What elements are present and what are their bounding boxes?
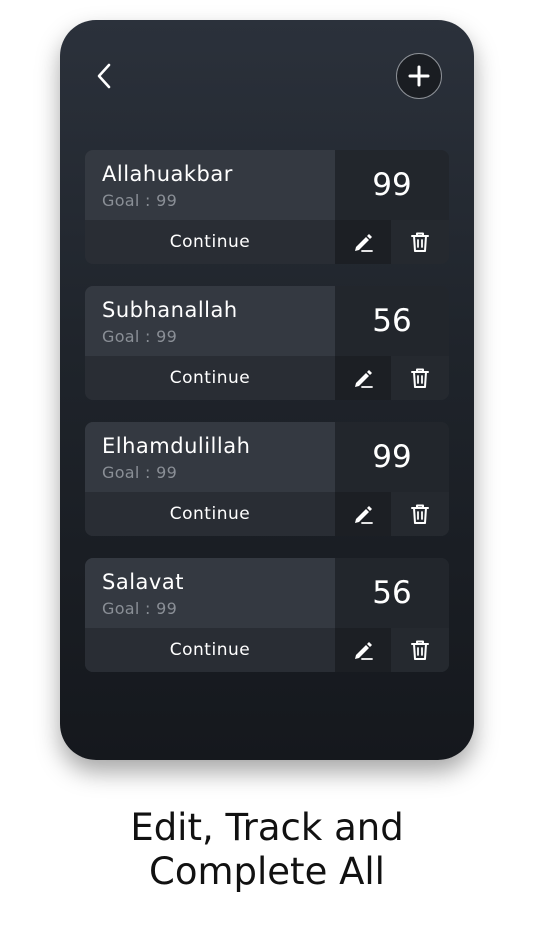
counter-title: Elhamdulillah [102, 434, 251, 458]
add-counter-button[interactable] [396, 53, 442, 99]
delete-button[interactable] [391, 220, 449, 264]
counter-value: 56 [335, 558, 449, 628]
trash-icon [411, 232, 429, 252]
pencil-icon [355, 642, 373, 660]
back-button[interactable] [90, 62, 118, 90]
phone-screen: Allahuakbar Goal : 99 99 Continue Subhan… [60, 20, 474, 760]
pencil-icon [355, 370, 373, 388]
counter-title: Salavat [102, 570, 184, 594]
edit-button[interactable] [335, 220, 391, 264]
counter-goal: Goal : 99 [102, 599, 178, 618]
counter-list: Allahuakbar Goal : 99 99 Continue Subhan… [85, 150, 449, 694]
promo-caption: Edit, Track and Complete All [0, 806, 534, 894]
counter-goal: Goal : 99 [102, 191, 178, 210]
card-header: Salavat Goal : 99 [85, 558, 335, 628]
caption-line-2: Complete All [149, 850, 385, 893]
counter-card: Allahuakbar Goal : 99 99 Continue [85, 150, 449, 264]
counter-card: Elhamdulillah Goal : 99 99 Continue [85, 422, 449, 536]
edit-button[interactable] [335, 628, 391, 672]
page: Allahuakbar Goal : 99 99 Continue Subhan… [0, 0, 534, 950]
card-header: Allahuakbar Goal : 99 [85, 150, 335, 220]
pencil-icon [355, 234, 373, 252]
counter-title: Subhanallah [102, 298, 238, 322]
card-header: Elhamdulillah Goal : 99 [85, 422, 335, 492]
delete-button[interactable] [391, 628, 449, 672]
delete-button[interactable] [391, 356, 449, 400]
counter-value: 56 [335, 286, 449, 356]
trash-icon [411, 640, 429, 660]
edit-button[interactable] [335, 356, 391, 400]
chevron-left-icon [97, 63, 111, 89]
pencil-icon [355, 506, 373, 524]
continue-button[interactable]: Continue [85, 356, 335, 400]
counter-card: Salavat Goal : 99 56 Continue [85, 558, 449, 672]
continue-button[interactable]: Continue [85, 220, 335, 264]
delete-button[interactable] [391, 492, 449, 536]
caption-line-1: Edit, Track and [130, 806, 404, 849]
trash-icon [411, 368, 429, 388]
counter-goal: Goal : 99 [102, 463, 178, 482]
counter-value: 99 [335, 150, 449, 220]
plus-icon [408, 65, 430, 87]
continue-button[interactable]: Continue [85, 628, 335, 672]
counter-title: Allahuakbar [102, 162, 233, 186]
edit-button[interactable] [335, 492, 391, 536]
card-header: Subhanallah Goal : 99 [85, 286, 335, 356]
counter-value: 99 [335, 422, 449, 492]
trash-icon [411, 504, 429, 524]
counter-card: Subhanallah Goal : 99 56 Continue [85, 286, 449, 400]
continue-button[interactable]: Continue [85, 492, 335, 536]
counter-goal: Goal : 99 [102, 327, 178, 346]
